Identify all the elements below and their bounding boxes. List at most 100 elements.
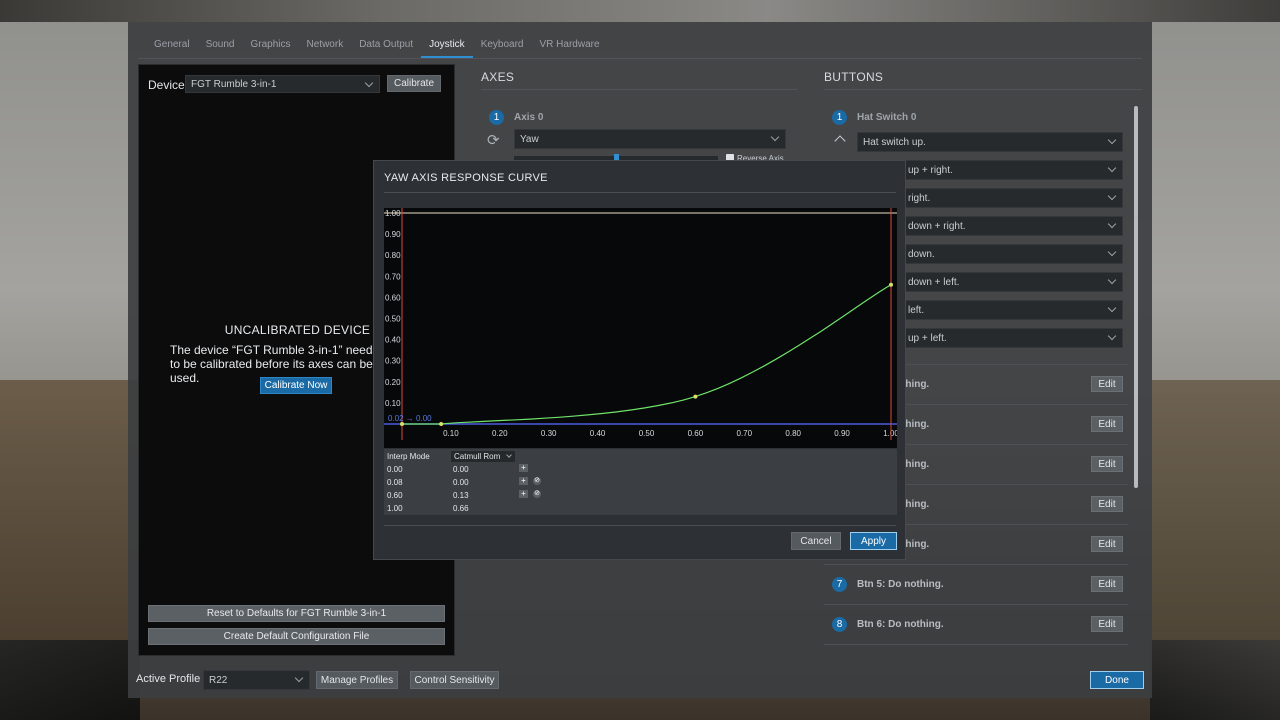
point-x-input[interactable]: 0.08 — [387, 478, 403, 487]
button-row-text: Btn 6: Do nothing. — [857, 619, 944, 630]
buttons-title: BUTTONS — [824, 70, 884, 84]
apply-button[interactable]: Apply — [850, 532, 897, 550]
y-tick-label: 0.50 — [385, 315, 401, 324]
background-sky — [0, 0, 1280, 22]
button-row-text: thing. — [902, 459, 930, 470]
hat-down-right-value: down + right. — [908, 221, 966, 232]
add-point-button[interactable]: + — [519, 464, 528, 472]
tab-keyboard[interactable]: Keyboard — [473, 38, 532, 58]
edit-button[interactable]: Edit — [1091, 576, 1123, 592]
done-button[interactable]: Done — [1090, 671, 1144, 689]
tab-sound[interactable]: Sound — [198, 38, 243, 58]
curve-readout: 0.02 → 0.00 — [388, 414, 432, 423]
axis-name: Axis 0 — [514, 112, 544, 123]
hat-up-left-value: up + left. — [908, 333, 947, 344]
device-label: Device — [148, 78, 185, 92]
active-profile-label: Active Profile — [136, 673, 201, 685]
row-divider — [824, 604, 1128, 605]
control-points-table: Interp Mode Catmull Rom 0.00 0.00 + 0.08… — [384, 449, 897, 515]
button-row-text: thing. — [902, 539, 930, 550]
point-x-input[interactable]: 1.00 — [387, 504, 403, 513]
edit-button[interactable]: Edit — [1091, 456, 1123, 472]
edit-button[interactable]: Edit — [1091, 376, 1123, 392]
add-point-button[interactable]: + — [519, 477, 528, 485]
tab-data-output[interactable]: Data Output — [351, 38, 421, 58]
x-tick-label: 1.00 — [883, 429, 897, 438]
profile-value: R22 — [209, 675, 228, 686]
x-tick-label: 0.70 — [737, 429, 753, 438]
edit-button[interactable]: Edit — [1091, 496, 1123, 512]
hat-down-value: down. — [908, 249, 935, 260]
buttons-scrollbar[interactable] — [1134, 106, 1138, 488]
axis-assignment-value: Yaw — [520, 134, 539, 145]
control-point — [889, 282, 893, 287]
manage-profiles-button[interactable]: Manage Profiles — [316, 671, 398, 689]
remove-point-icon[interactable]: ⊘ — [533, 490, 541, 498]
tab-general[interactable]: General — [146, 38, 198, 58]
response-curve-chart[interactable]: 0.10 0.20 0.30 0.40 0.50 0.60 0.70 0.80 0.90 1.00… — [384, 208, 897, 448]
refresh-icon[interactable]: ⟳ — [487, 132, 507, 150]
control-sensitivity-button[interactable]: Control Sensitivity — [410, 671, 499, 689]
chevron-down-icon — [506, 452, 512, 458]
y-tick-label: 0.20 — [385, 378, 401, 387]
y-tick-label: 0.80 — [385, 251, 401, 260]
chevron-down-icon — [1107, 275, 1117, 285]
chevron-down-icon — [770, 132, 780, 142]
add-point-button[interactable]: + — [519, 490, 528, 498]
reset-defaults-button[interactable]: Reset to Defaults for FGT Rumble 3-in-1 — [148, 605, 445, 622]
interp-mode-label: Interp Mode — [387, 452, 430, 461]
point-y-input[interactable]: 0.66 — [453, 504, 469, 513]
x-tick-label: 0.60 — [688, 429, 704, 438]
tab-joystick[interactable]: Joystick — [421, 38, 473, 58]
edit-button[interactable]: Edit — [1091, 416, 1123, 432]
x-tick-label: 0.10 — [443, 429, 459, 438]
settings-tabs: General Sound Graphics Network Data Outp… — [146, 38, 608, 60]
dialog-title-divider — [384, 192, 896, 193]
hat-number-badge: 1 — [832, 110, 847, 125]
tab-graphics[interactable]: Graphics — [243, 38, 299, 58]
axis-assignment-dropdown[interactable]: Yaw — [514, 129, 786, 149]
hat-right-value: right. — [908, 193, 931, 204]
row-divider — [824, 644, 1128, 645]
button-number-badge: 7 — [832, 577, 847, 592]
button-row-text: thing. — [902, 419, 930, 430]
chevron-up-icon — [834, 135, 846, 147]
interp-mode-value: Catmull Rom — [454, 452, 501, 461]
point-x-input[interactable]: 0.60 — [387, 491, 403, 500]
background-cockpit — [0, 640, 140, 720]
y-tick-label: 0.30 — [385, 357, 401, 366]
profile-dropdown[interactable]: R22 — [203, 670, 310, 690]
point-y-input[interactable]: 0.00 — [453, 478, 469, 487]
background-ground — [0, 380, 140, 650]
chevron-down-icon — [294, 673, 304, 683]
remove-point-icon[interactable]: ⊘ — [533, 477, 541, 485]
dialog-title: YAW AXIS RESPONSE CURVE — [384, 172, 548, 184]
chevron-down-icon — [364, 78, 374, 88]
background-ground-right — [1152, 380, 1280, 650]
response-curve-plot[interactable]: 0.10 0.20 0.30 0.40 0.50 0.60 0.70 0.80 0.90 1.00… — [384, 208, 897, 448]
hat-up-dropdown[interactable]: Hat switch up. — [857, 132, 1123, 152]
edit-button[interactable]: Edit — [1091, 536, 1123, 552]
response-curve-dialog: YAW AXIS RESPONSE CURVE 0.10 0.20 0.30 0.40… — [373, 160, 906, 560]
y-tick-label: 0.60 — [385, 293, 401, 302]
tab-network[interactable]: Network — [299, 38, 352, 58]
chevron-down-icon — [1107, 219, 1117, 229]
chevron-down-icon — [1107, 191, 1117, 201]
calibrate-now-button[interactable]: Calibrate Now — [260, 377, 332, 394]
edit-button[interactable]: Edit — [1091, 616, 1123, 632]
point-x-input[interactable]: 0.00 — [387, 465, 403, 474]
cancel-button[interactable]: Cancel — [791, 532, 841, 550]
x-tick-label: 0.90 — [834, 429, 850, 438]
chevron-down-icon — [1107, 247, 1117, 257]
chevron-down-icon — [1107, 303, 1117, 313]
create-config-button[interactable]: Create Default Configuration File — [148, 628, 445, 645]
button-number-badge: 8 — [832, 617, 847, 632]
calibrate-button[interactable]: Calibrate — [387, 75, 441, 92]
interp-mode-dropdown[interactable]: Catmull Rom — [451, 451, 515, 462]
tab-vr-hardware[interactable]: VR Hardware — [532, 38, 608, 58]
device-dropdown[interactable]: FGT Rumble 3-in-1 — [185, 75, 380, 93]
point-y-input[interactable]: 0.00 — [453, 465, 469, 474]
hat-up-right-value: up + right. — [908, 165, 953, 176]
hat-left-value: left. — [908, 305, 925, 316]
point-y-input[interactable]: 0.13 — [453, 491, 469, 500]
